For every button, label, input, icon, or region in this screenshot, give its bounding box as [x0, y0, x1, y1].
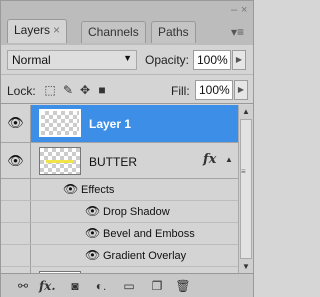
effects-row[interactable]: 👁 Effects: [1, 179, 238, 201]
tab-label: Paths: [158, 25, 189, 39]
chevron-down-icon: ▼: [123, 53, 132, 63]
layer-row-butter[interactable]: 👁 BUTTER fx ▲: [1, 143, 238, 179]
lock-position-icon[interactable]: ✥: [78, 83, 92, 97]
fill-slider-button[interactable]: ▶: [234, 80, 248, 100]
link-layers-icon[interactable]: ⚯: [15, 278, 31, 294]
collapse-effects-icon[interactable]: ▲: [225, 155, 233, 164]
bottom-toolbar: ⚯ fx. ◙ ◐. ▭ ❐ 🗑: [1, 273, 253, 297]
tab-bar: – × Layers × Channels Paths ▾≡: [1, 1, 253, 45]
panel-menu-icon[interactable]: ▾≡: [231, 26, 247, 38]
visibility-eye-icon[interactable]: 👁: [1, 143, 31, 178]
adjustment-layer-icon[interactable]: ◐.: [93, 278, 109, 294]
blend-mode-select[interactable]: Normal ▼: [7, 50, 137, 70]
effect-row-drop-shadow[interactable]: 👁 Drop Shadow: [1, 201, 238, 223]
lock-transparent-icon[interactable]: ⬚: [43, 83, 57, 97]
effect-label: Gradient Overlay: [103, 250, 187, 262]
close-panel-button[interactable]: ×: [241, 4, 247, 16]
layers-panel: – × Layers × Channels Paths ▾≡ Normal ▼ O…: [0, 0, 254, 297]
tab-label: Layers: [14, 23, 51, 37]
new-layer-icon[interactable]: ❐: [149, 278, 165, 294]
fx-icon[interactable]: fx: [203, 152, 216, 167]
delete-layer-icon[interactable]: 🗑: [175, 278, 191, 294]
scroll-grip-icon: ≡: [241, 167, 246, 176]
opacity-label: Opacity:: [145, 53, 190, 67]
effect-label: Bevel and Emboss: [103, 228, 195, 240]
eye-column: [1, 223, 31, 244]
new-group-icon[interactable]: ▭: [121, 278, 137, 294]
tab-channels[interactable]: Channels: [81, 21, 146, 43]
effects-label: Effects: [81, 184, 115, 196]
visibility-eye-icon[interactable]: 👁: [1, 105, 31, 142]
tab-label: Channels: [88, 25, 139, 39]
lock-row: Lock: ⬚ ✎ ✥ ■ Fill: 100% ▶: [1, 76, 253, 104]
layer-name: BUTTER: [89, 155, 137, 169]
effects-eye-icon[interactable]: 👁: [63, 182, 78, 196]
eye-column: [1, 201, 31, 222]
blend-mode-value: Normal: [12, 53, 51, 67]
effect-row-gradient-overlay[interactable]: 👁 Gradient Overlay: [1, 245, 238, 267]
tab-paths[interactable]: Paths: [151, 21, 196, 43]
effect-row-bevel-and-emboss[interactable]: 👁 Bevel and Emboss: [1, 223, 238, 245]
eye-column: [1, 179, 31, 200]
layers-list: 👁 Layer 1 👁 BUTTER fx ▲ 👁 Effects 👁 Drop…: [1, 105, 238, 273]
tab-close-icon[interactable]: ×: [53, 23, 60, 37]
scroll-down-icon[interactable]: ▼: [242, 262, 250, 271]
add-layer-style-icon[interactable]: fx.: [39, 278, 56, 294]
opacity-slider-button[interactable]: ▶: [232, 50, 246, 70]
opacity-input[interactable]: 100%: [193, 50, 231, 70]
layers-scrollbar[interactable]: ▲ ≡ ▼: [238, 105, 253, 273]
effect-eye-icon[interactable]: 👁: [85, 204, 100, 218]
scroll-up-icon[interactable]: ▲: [242, 107, 250, 116]
layer-row-layer-1[interactable]: 👁 Layer 1: [1, 105, 238, 143]
thumbnail-content: [46, 160, 74, 163]
scroll-thumb[interactable]: [240, 119, 252, 259]
lock-all-icon[interactable]: ■: [95, 83, 109, 97]
blend-row: Normal ▼ Opacity: 100% ▶: [1, 45, 253, 75]
layer-thumbnail: [39, 147, 81, 175]
fill-label: Fill:: [171, 84, 190, 98]
effect-eye-icon[interactable]: 👁: [85, 226, 100, 240]
fill-input[interactable]: 100%: [195, 80, 233, 100]
minimize-button[interactable]: –: [231, 4, 237, 16]
layer-name: Layer 1: [89, 117, 132, 131]
layer-thumbnail: [39, 109, 81, 137]
add-mask-icon[interactable]: ◙: [67, 278, 83, 294]
eye-column: [1, 245, 31, 266]
lock-image-icon[interactable]: ✎: [61, 83, 75, 97]
effect-eye-icon[interactable]: 👁: [85, 248, 100, 262]
tab-layers[interactable]: Layers ×: [7, 19, 68, 43]
lock-label: Lock:: [7, 84, 36, 98]
effect-label: Drop Shadow: [103, 206, 170, 218]
